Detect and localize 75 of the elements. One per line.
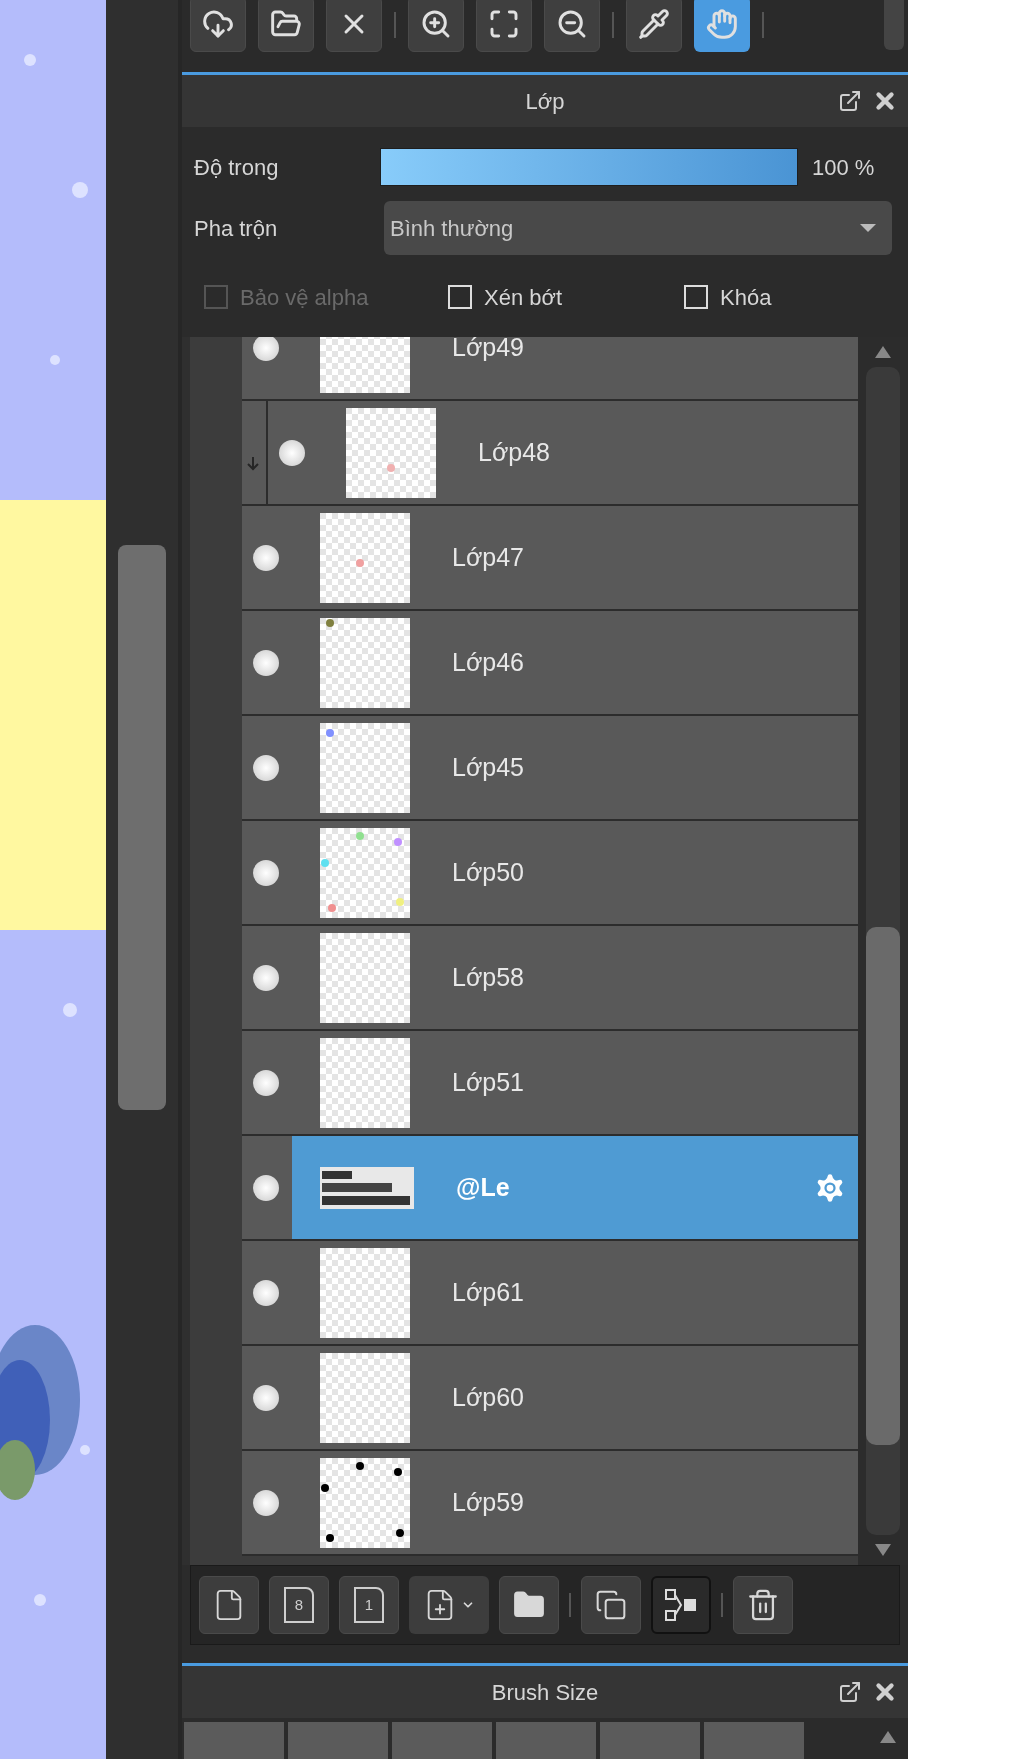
toolbar-button[interactable] <box>190 0 246 52</box>
blend-label: Pha trộn <box>194 214 279 243</box>
opacity-slider[interactable] <box>381 149 797 185</box>
visibility-toggle[interactable] <box>253 754 279 781</box>
brush-size-cell[interactable] <box>392 1722 492 1759</box>
layer-action-button[interactable] <box>581 1576 641 1634</box>
layer-name: Lớp61 <box>452 1276 525 1308</box>
blend-dropdown[interactable]: Bình thường <box>384 201 892 255</box>
zoom-out-icon <box>556 8 588 40</box>
option-checkbox[interactable]: Xén bớt <box>448 280 684 314</box>
caret-icon <box>860 224 876 232</box>
layer-name: Lớp47 <box>452 541 525 573</box>
visibility-toggle[interactable] <box>253 859 279 886</box>
panel-title: Lớp <box>524 87 566 116</box>
scroll-up-icon[interactable] <box>879 1730 897 1744</box>
toolbar-button[interactable] <box>408 0 464 52</box>
brush-size-cell[interactable] <box>704 1722 804 1759</box>
layer-action-button[interactable] <box>733 1576 793 1634</box>
brush-size-cell[interactable] <box>288 1722 388 1759</box>
panel-title: Brush Size <box>490 1678 600 1707</box>
layer-name: Lớp45 <box>452 751 525 783</box>
visibility-toggle[interactable] <box>253 964 279 991</box>
visibility-toggle[interactable] <box>253 1384 279 1411</box>
layer-action-button[interactable] <box>409 1576 489 1634</box>
page-digit-icon: 1 <box>354 1587 384 1623</box>
toolbar-button[interactable] <box>326 0 382 52</box>
toolbar-button[interactable] <box>476 0 532 52</box>
canvas-scrollbar[interactable] <box>106 0 182 1759</box>
eyedropper-icon <box>638 8 670 40</box>
layer-name: Lớp48 <box>478 436 551 468</box>
pop-out-icon[interactable] <box>838 1680 862 1704</box>
toolbar-button[interactable] <box>258 0 314 52</box>
visibility-toggle[interactable] <box>253 1489 279 1516</box>
scroll-down-icon[interactable] <box>874 1543 892 1557</box>
layer-name: Lớp46 <box>452 646 525 678</box>
pop-out-icon[interactable] <box>838 89 862 113</box>
visibility-toggle[interactable] <box>253 544 279 571</box>
merge-layers-icon <box>664 1588 698 1622</box>
layer-action-button[interactable] <box>651 1576 711 1634</box>
layer-action-button[interactable]: 8 <box>269 1576 329 1634</box>
duplicate-icon <box>595 1589 627 1621</box>
scroll-up-icon[interactable] <box>874 345 892 359</box>
layer-name: Lớp50 <box>452 856 525 888</box>
visibility-toggle[interactable] <box>253 1069 279 1096</box>
visibility-toggle[interactable] <box>253 337 279 361</box>
fit-screen-icon <box>488 8 520 40</box>
opacity-label: Độ trong <box>194 153 280 182</box>
layer-name: Lớp59 <box>452 1486 525 1518</box>
toolbar-scrollbar[interactable] <box>884 0 904 50</box>
layer-name: Lớp58 <box>452 961 525 993</box>
brush-size-cell[interactable] <box>600 1722 700 1759</box>
option-checkbox[interactable]: Khóa <box>684 280 772 314</box>
cloud-download-icon <box>202 8 234 40</box>
layer-name: Lớp60 <box>452 1381 525 1413</box>
scrollbar-thumb[interactable] <box>118 545 166 1110</box>
visibility-toggle[interactable] <box>279 439 305 466</box>
layer-action-button[interactable]: 1 <box>339 1576 399 1634</box>
layer-name: Lớp51 <box>452 1066 525 1098</box>
layer-action-button[interactable] <box>499 1576 559 1634</box>
zoom-in-icon <box>420 8 452 40</box>
layer-action-button[interactable] <box>199 1576 259 1634</box>
visibility-toggle[interactable] <box>253 1279 279 1306</box>
visibility-toggle[interactable] <box>253 1174 279 1201</box>
brush-size-cell[interactable] <box>496 1722 596 1759</box>
visibility-toggle[interactable] <box>253 649 279 676</box>
trash-icon <box>746 1588 780 1622</box>
brush-size-cell[interactable] <box>184 1722 284 1759</box>
layer-name: @Le <box>456 1171 511 1203</box>
page-digit-icon: 8 <box>284 1587 314 1623</box>
scrollbar-thumb[interactable] <box>866 927 900 1445</box>
toolbar-button[interactable] <box>544 0 600 52</box>
layer-name: Lớp49 <box>452 337 525 363</box>
hand-icon <box>706 8 738 40</box>
toolbar-button[interactable] <box>626 0 682 52</box>
opacity-value: 100 % <box>812 153 875 182</box>
